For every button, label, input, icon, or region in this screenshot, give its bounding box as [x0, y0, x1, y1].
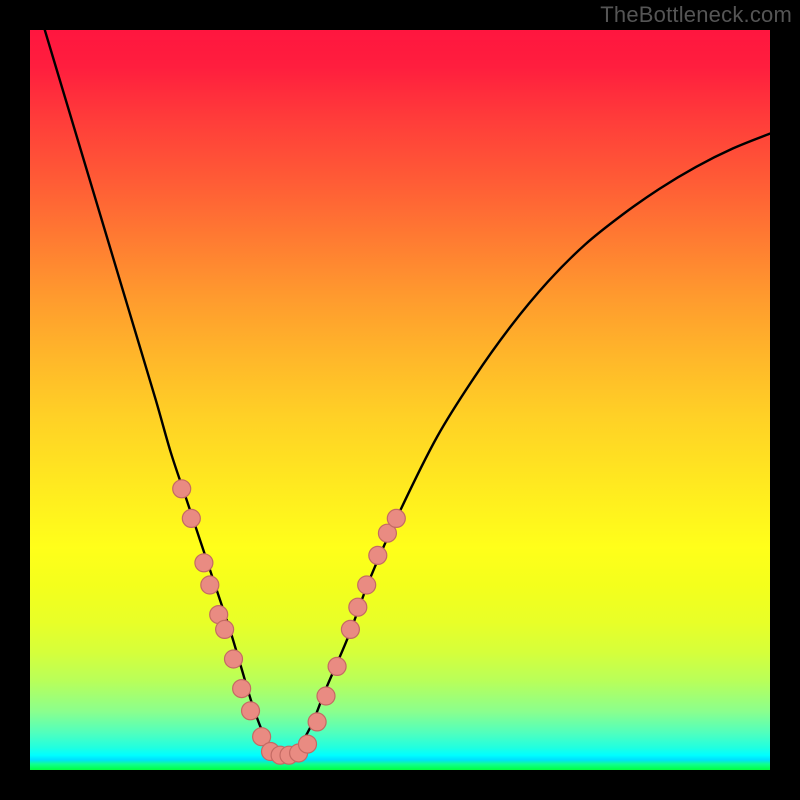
attribution-text: TheBottleneck.com [600, 2, 792, 28]
data-point [182, 509, 200, 527]
plot-area [30, 30, 770, 770]
data-point [341, 620, 359, 638]
data-point [216, 620, 234, 638]
data-point [358, 576, 376, 594]
data-point [328, 657, 346, 675]
curve-group [45, 30, 770, 755]
chart-svg [30, 30, 770, 770]
data-point [317, 687, 335, 705]
data-point [369, 546, 387, 564]
data-point [299, 735, 317, 753]
data-point [233, 680, 251, 698]
data-point [349, 598, 367, 616]
data-point [173, 480, 191, 498]
highlighted-points-group [173, 480, 406, 764]
data-point [201, 576, 219, 594]
chart-frame: TheBottleneck.com [0, 0, 800, 800]
data-point [242, 702, 260, 720]
bottleneck-curve [45, 30, 770, 755]
data-point [387, 509, 405, 527]
data-point [195, 554, 213, 572]
data-point [308, 713, 326, 731]
data-point [225, 650, 243, 668]
